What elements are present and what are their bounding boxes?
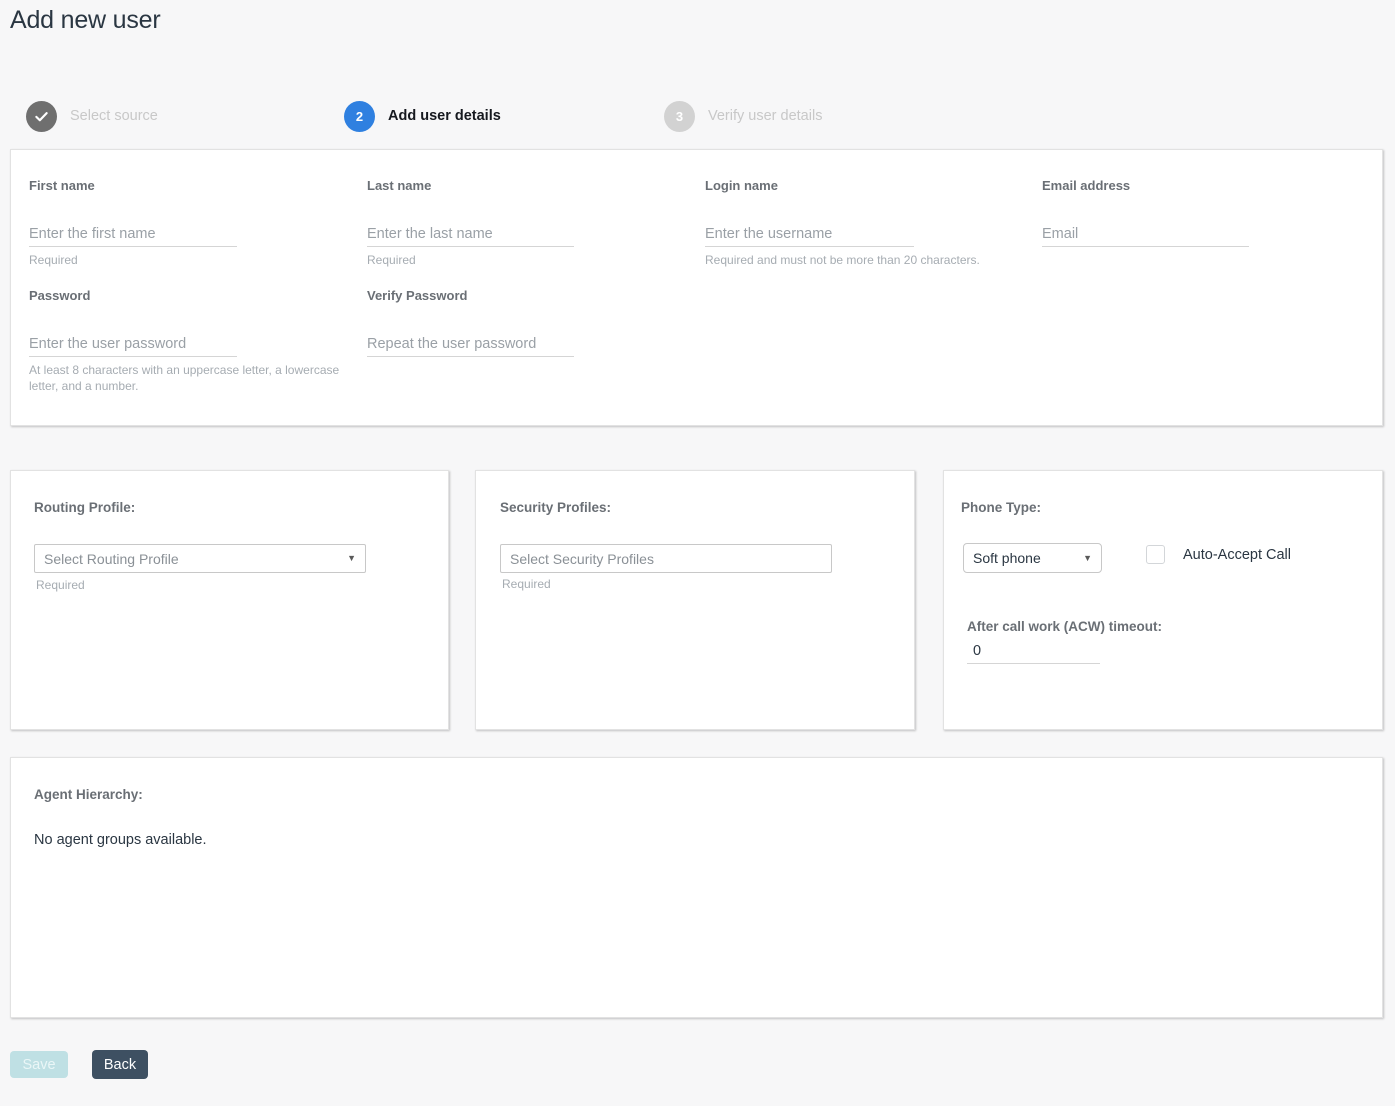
first-name-field-group: First name Required (29, 178, 237, 268)
email-input[interactable] (1042, 224, 1249, 247)
auto-accept-call-row: Auto-Accept Call (1146, 545, 1291, 564)
step-2-circle: 2 (344, 100, 375, 132)
page-title: Add new user (10, 6, 161, 34)
step-3-label: Verify user details (708, 108, 823, 124)
step-1-circle (26, 100, 57, 132)
auto-accept-call-label: Auto-Accept Call (1183, 546, 1291, 563)
verify-password-field-group: Verify Password (367, 288, 574, 362)
agent-hierarchy-empty-message: No agent groups available. (34, 832, 207, 848)
phone-type-select-value: Soft phone (973, 550, 1041, 566)
first-name-input[interactable] (29, 224, 237, 247)
check-icon (35, 111, 48, 121)
last-name-label: Last name (367, 178, 432, 193)
security-profiles-select-value: Select Security Profiles (510, 550, 654, 567)
stepper: Select source 2 Add user details 3 Verif… (0, 96, 1395, 136)
security-profiles-label: Security Profiles: (500, 500, 612, 515)
add-user-page: Add new user Select source 2 Add user de… (0, 0, 1395, 1106)
phone-type-label: Phone Type: (961, 500, 1042, 515)
security-profiles-select[interactable]: Select Security Profiles (500, 544, 832, 573)
last-name-input[interactable] (367, 224, 574, 247)
routing-profile-hint: Required (36, 578, 85, 592)
verify-password-label: Verify Password (367, 288, 468, 303)
step-1-label: Select source (70, 108, 158, 124)
chevron-down-icon: ▼ (347, 553, 356, 563)
login-name-input[interactable] (705, 224, 914, 247)
email-label: Email address (1042, 178, 1131, 193)
acw-timeout-input[interactable] (967, 641, 1100, 664)
stepper-step-verify-user-details[interactable]: 3 Verify user details (664, 96, 822, 136)
email-field-group: Email address (1042, 178, 1249, 252)
step-2-label: Add user details (388, 108, 501, 124)
auto-accept-call-checkbox[interactable] (1146, 545, 1165, 564)
verify-password-input[interactable] (367, 334, 574, 357)
acw-timeout-label: After call work (ACW) timeout: (967, 619, 1163, 634)
password-label: Password (29, 288, 91, 303)
agent-hierarchy-label: Agent Hierarchy: (34, 787, 143, 802)
login-name-hint: Required and must not be more than 20 ch… (705, 253, 980, 267)
stepper-step-add-user-details[interactable]: 2 Add user details (344, 96, 501, 136)
routing-profile-select[interactable]: Select Routing Profile ▼ (34, 544, 366, 573)
password-input[interactable] (29, 334, 237, 357)
login-name-field-group: Login name Required and must not be more… (705, 178, 980, 268)
password-hint: At least 8 characters with an uppercase … (29, 363, 340, 393)
routing-profile-label: Routing Profile: (34, 500, 136, 515)
save-button[interactable]: Save (10, 1051, 68, 1078)
chevron-down-icon: ▼ (1083, 552, 1092, 563)
first-name-hint: Required (29, 253, 78, 267)
phone-type-select[interactable]: Soft phone ▼ (963, 543, 1102, 573)
step-3-circle: 3 (664, 100, 695, 132)
first-name-label: First name (29, 178, 95, 193)
stepper-step-select-source[interactable]: Select source (26, 96, 158, 136)
login-name-label: Login name (705, 178, 778, 193)
last-name-field-group: Last name Required (367, 178, 574, 268)
password-field-group: Password At least 8 characters with an u… (29, 288, 339, 394)
last-name-hint: Required (367, 253, 416, 267)
back-button[interactable]: Back (92, 1050, 148, 1079)
security-profiles-hint: Required (502, 577, 551, 591)
agent-hierarchy-card (10, 757, 1383, 1018)
routing-profile-select-value: Select Routing Profile (44, 550, 179, 567)
